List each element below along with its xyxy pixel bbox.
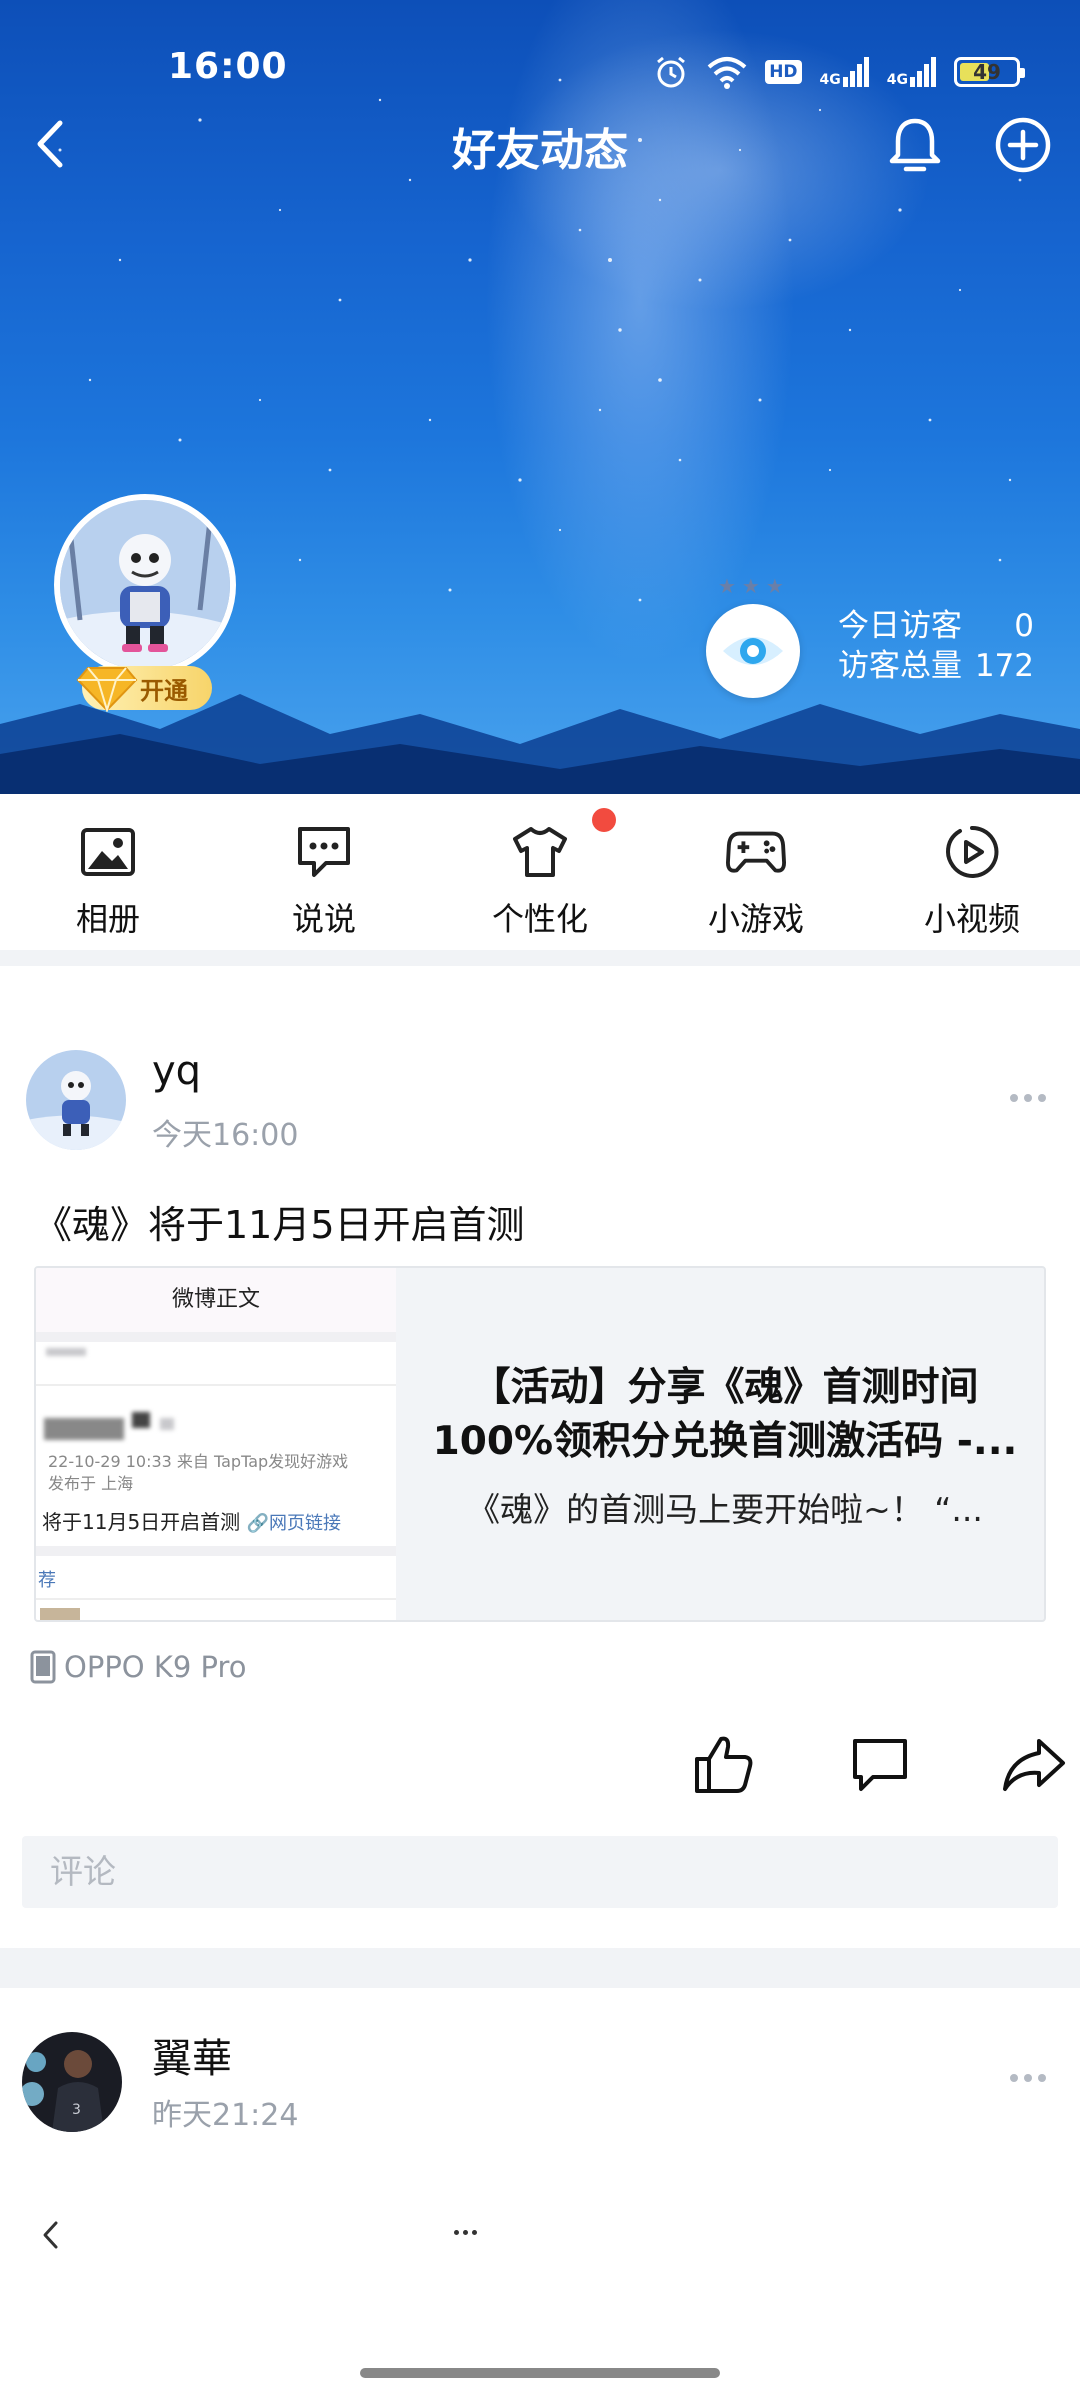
quick-item-mood[interactable]: 说说 [216, 794, 432, 950]
quick-item-label: 个性化 [491, 900, 588, 938]
device-info: OPPO K9 Pro [30, 1650, 247, 1684]
post-author[interactable]: 翼華 [152, 2026, 232, 2084]
visitor-today-value: 0 [1014, 608, 1034, 644]
new-badge-dot [592, 808, 616, 832]
quick-item-label: 小视频 [923, 900, 1020, 938]
post-actions [580, 1726, 1080, 1806]
quick-item-label: 相册 [75, 900, 140, 938]
comment-icon [853, 1739, 907, 1791]
signal-icon: 4G [887, 57, 936, 87]
status-icons: HD 4G 4G 49 [653, 48, 1025, 96]
visitor-today-row: 今日访客 0 [838, 606, 1034, 646]
alarm-icon [657, 56, 686, 88]
quick-menu: 相册 说说 个性化 小游戏 小视频 [0, 794, 1080, 950]
link-title-line: 【活动】分享《魂》首测时间 [471, 1365, 979, 1410]
bottom-controls [0, 2196, 1080, 2276]
avatar[interactable]: 3 [22, 2032, 122, 2132]
blurred-content [132, 1412, 150, 1428]
thumb-meta: 发布于 上海 [48, 1474, 134, 1493]
avatar-illustration [26, 1050, 126, 1150]
vip-open-badge[interactable]: 开通 [76, 666, 212, 712]
thumbs-up-icon [695, 1736, 753, 1793]
photo-album-icon [78, 822, 138, 882]
visitors-button[interactable] [706, 604, 800, 698]
home-indicator[interactable] [360, 2368, 720, 2378]
thumb-web-link: 🔗网页链接 [246, 1513, 341, 1534]
hd-icon: HD [765, 60, 802, 84]
visitor-total-row: 访客总量 172 [838, 646, 1034, 686]
battery-level: 49 [973, 60, 1001, 84]
quick-item-label: 小游戏 [707, 900, 804, 938]
play-circle-icon [942, 822, 1002, 882]
feed-post: yq 今天16:00 《魂》将于11月5日开启首测 微博正文 22-10-29 … [0, 966, 1080, 1946]
quick-item-minigames[interactable]: 小游戏 [648, 794, 864, 950]
thumb-header: 微博正文 [36, 1268, 396, 1332]
notifications-button[interactable] [880, 110, 950, 180]
link-body: 【活动】分享《魂》首测时间 100%领积分兑换首测激活码 -... 《魂》的首测… [396, 1268, 1044, 1620]
gamepad-icon [726, 822, 786, 882]
battery-icon: 49 [954, 57, 1025, 87]
profile-avatar[interactable] [54, 494, 236, 676]
post-time: 今天16:00 [152, 1118, 299, 1153]
visitor-stars: ★★★ [718, 574, 790, 598]
thumb-meta: 22-10-29 10:33 来自 TapTap发现好游戏 [48, 1452, 349, 1471]
post-author[interactable]: yq [152, 1048, 201, 1094]
avatar-illustration [60, 500, 230, 670]
share-button[interactable] [996, 1726, 1072, 1802]
post-time: 昨天21:24 [152, 2098, 299, 2133]
chat-bubble-icon [294, 822, 354, 882]
chevron-left-icon [43, 2221, 58, 2249]
diamond-icon [76, 667, 138, 712]
blurred-content [46, 1348, 86, 1356]
visitor-total-label: 访客总量 [838, 648, 962, 684]
link-preview-card[interactable]: 微博正文 22-10-29 10:33 来自 TapTap发现好游戏 发布于 上… [34, 1266, 1046, 1622]
comment-input[interactable]: 评论 [22, 1836, 1058, 1908]
visitor-total-value: 172 [974, 648, 1034, 684]
thumb-text: 将于11月5日开启首测 🔗网页链接 [42, 1510, 341, 1534]
more-options-button[interactable] [998, 2058, 1058, 2098]
status-bar: 16:00 HD 4G 4G 49 [0, 40, 1080, 104]
device-name: OPPO K9 Pro [64, 1650, 247, 1684]
eye-icon [723, 637, 783, 665]
vip-label: 开通 [140, 676, 188, 705]
more-button[interactable] [440, 2212, 490, 2252]
signal-icon: 4G [820, 57, 869, 87]
bell-icon [889, 118, 941, 172]
link-description: 《魂》的首测马上要开始啦~！ “... [467, 1490, 983, 1529]
add-button[interactable] [988, 110, 1058, 180]
blurred-content [44, 1418, 124, 1440]
like-button[interactable] [686, 1726, 762, 1802]
avatar[interactable] [26, 1050, 126, 1150]
visitor-today-label: 今日访客 [838, 608, 962, 644]
section-divider [0, 1948, 1080, 1988]
share-arrow-icon [1003, 1739, 1065, 1791]
quick-item-label: 说说 [291, 900, 356, 938]
feed-post: 3 翼華 昨天21:24 [0, 1988, 1080, 2188]
visitor-stats[interactable]: 今日访客 0 访客总量 172 [838, 606, 1034, 686]
avatar-illustration: 3 [22, 2032, 122, 2132]
section-divider [0, 950, 1080, 966]
plus-circle-icon [995, 117, 1051, 173]
network-type-label: 4G [819, 72, 841, 88]
quick-item-shortvideo[interactable]: 小视频 [864, 794, 1080, 950]
link-thumbnail: 微博正文 22-10-29 10:33 来自 TapTap发现好游戏 发布于 上… [36, 1268, 396, 1620]
network-type-label: 4G [886, 72, 908, 88]
comment-button[interactable] [842, 1726, 918, 1802]
svg-text:3: 3 [72, 2102, 81, 2118]
link-title-line: 100%领积分兑换首测激活码 -... [432, 1419, 1018, 1464]
status-time: 16:00 [168, 46, 288, 87]
quick-item-album[interactable]: 相册 [0, 794, 216, 950]
phone-icon [30, 1650, 56, 1684]
wifi-icon [707, 57, 747, 89]
more-options-button[interactable] [998, 1078, 1058, 1118]
tshirt-icon [510, 822, 570, 882]
post-text: 《魂》将于11月5日开启首测 [34, 1203, 525, 1247]
back-button[interactable] [26, 2210, 76, 2260]
top-nav-bar: 好友动态 [0, 100, 1080, 190]
thumb-recommend: 荐 [38, 1570, 56, 1591]
blurred-content [160, 1418, 174, 1430]
